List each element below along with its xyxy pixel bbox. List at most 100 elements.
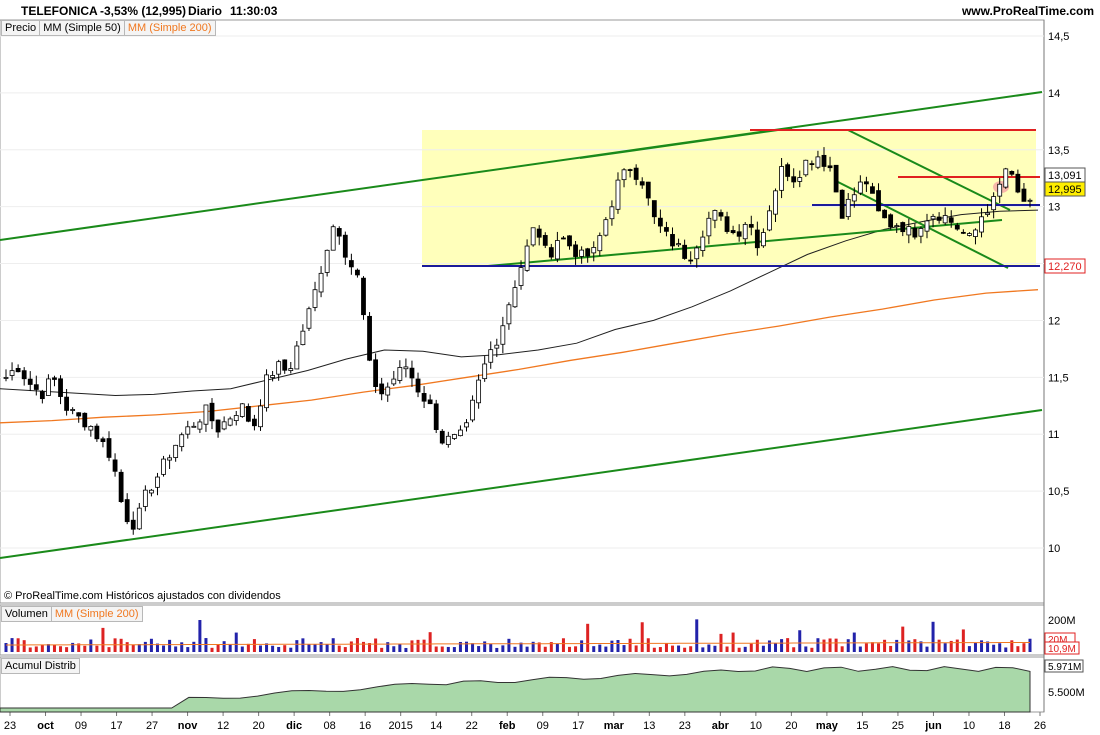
volume-bar — [404, 647, 408, 652]
candle-body — [979, 216, 984, 233]
x-tick-label: 20 — [785, 720, 797, 732]
candle-body — [1021, 188, 1027, 202]
volume-bar — [71, 642, 75, 652]
x-tick-label: 18 — [998, 720, 1010, 732]
candle-body — [367, 315, 372, 361]
candle-body — [894, 225, 900, 228]
candle-body — [912, 227, 918, 238]
candle-body — [845, 198, 851, 218]
volume-bar — [731, 632, 735, 652]
candle-body — [203, 404, 209, 425]
volume-bar — [325, 644, 329, 652]
volume-bar — [580, 640, 584, 652]
candle-body — [536, 228, 542, 238]
candle-body — [88, 425, 94, 431]
volume-bar — [464, 641, 468, 652]
volume-bar — [119, 638, 123, 652]
candle-body — [930, 215, 936, 220]
volume-bar — [180, 642, 184, 652]
volume-bar — [301, 638, 305, 652]
legend-ma50[interactable]: MM (Simple 50) — [40, 21, 125, 35]
volume-bar — [992, 644, 996, 652]
candle-body — [718, 212, 724, 217]
volume-bar — [725, 646, 729, 652]
candle-body — [512, 287, 518, 308]
volume-bar — [846, 639, 850, 652]
candle-body — [464, 422, 469, 428]
legend-acumul[interactable]: Acumul Distrib — [2, 659, 79, 673]
legend-price[interactable]: Precio — [2, 21, 41, 35]
candle-body — [379, 383, 385, 395]
volume-bar — [901, 626, 905, 652]
candle-body — [451, 434, 457, 439]
volume-bar — [313, 644, 317, 652]
volume-bar — [434, 646, 438, 652]
candle-body — [742, 223, 748, 240]
candle-body — [27, 378, 33, 385]
header-site[interactable]: www.ProRealTime.com — [962, 4, 1094, 18]
candle-body — [52, 377, 57, 380]
candle-body — [773, 190, 778, 215]
volume-bar — [646, 638, 650, 652]
candle-body — [300, 330, 306, 346]
candle-body — [1003, 168, 1009, 188]
legend-vol-ma200[interactable]: MM (Simple 200) — [52, 607, 142, 621]
volume-bar — [137, 644, 141, 652]
candle-body — [985, 212, 990, 215]
candle-body — [318, 272, 324, 293]
volume-bar — [34, 646, 38, 652]
volume-bar — [604, 646, 608, 652]
candle-body — [876, 190, 881, 212]
volume-bar — [192, 641, 196, 652]
candle-body — [657, 217, 663, 227]
volume-bar — [895, 639, 899, 652]
candle-body — [948, 217, 954, 223]
candle-body — [518, 267, 524, 286]
candle-body — [524, 245, 530, 271]
candle-body — [767, 210, 772, 231]
volume-bar — [780, 639, 784, 652]
candle-body — [688, 259, 694, 262]
volume-bar — [513, 646, 517, 652]
consolidation-zone — [422, 130, 1036, 266]
tag-13091: 13,091 — [1048, 170, 1082, 182]
candle-body — [239, 403, 245, 417]
candle-body — [676, 243, 681, 246]
x-tick-label: 09 — [537, 720, 549, 732]
x-tick-label: 23 — [4, 720, 16, 732]
candle-body — [282, 359, 288, 371]
legend-volume[interactable]: Volumen — [2, 607, 52, 621]
candle-body — [882, 209, 887, 219]
volume-bar — [307, 644, 311, 652]
candle-body — [754, 229, 760, 249]
legend-ma200[interactable]: MM (Simple 200) — [125, 21, 215, 35]
candle-body — [15, 367, 21, 373]
volume-bar — [810, 647, 814, 652]
candle-body — [130, 519, 136, 530]
volume-bar — [998, 643, 1002, 652]
candle-body — [458, 429, 463, 437]
volume-bar — [59, 646, 63, 652]
volume-bar — [683, 647, 687, 652]
volume-bar — [416, 639, 420, 652]
volume-bar — [4, 643, 8, 652]
candle-body — [809, 163, 815, 166]
volume-bar — [834, 638, 838, 652]
volume-bar — [246, 643, 250, 652]
x-tick-label: 20 — [252, 720, 264, 732]
volume-bar — [277, 646, 281, 652]
volume-bar — [198, 620, 202, 652]
volume-bar — [574, 646, 578, 652]
y-tick-label: 14,5 — [1048, 31, 1069, 43]
y-tick-label: 13,5 — [1048, 145, 1069, 157]
vol-tag-109m: 10,9M — [1048, 644, 1076, 655]
header-change: -3,53% (12,995) — [100, 4, 187, 18]
volume-bar — [131, 644, 135, 652]
candle-body — [621, 169, 627, 181]
volume-bar — [961, 629, 965, 652]
volume-bar — [737, 647, 741, 652]
candle-body — [355, 269, 360, 276]
y-tick-label: 13 — [1048, 202, 1060, 214]
volume-bar — [713, 645, 717, 652]
candle-body — [391, 378, 397, 385]
